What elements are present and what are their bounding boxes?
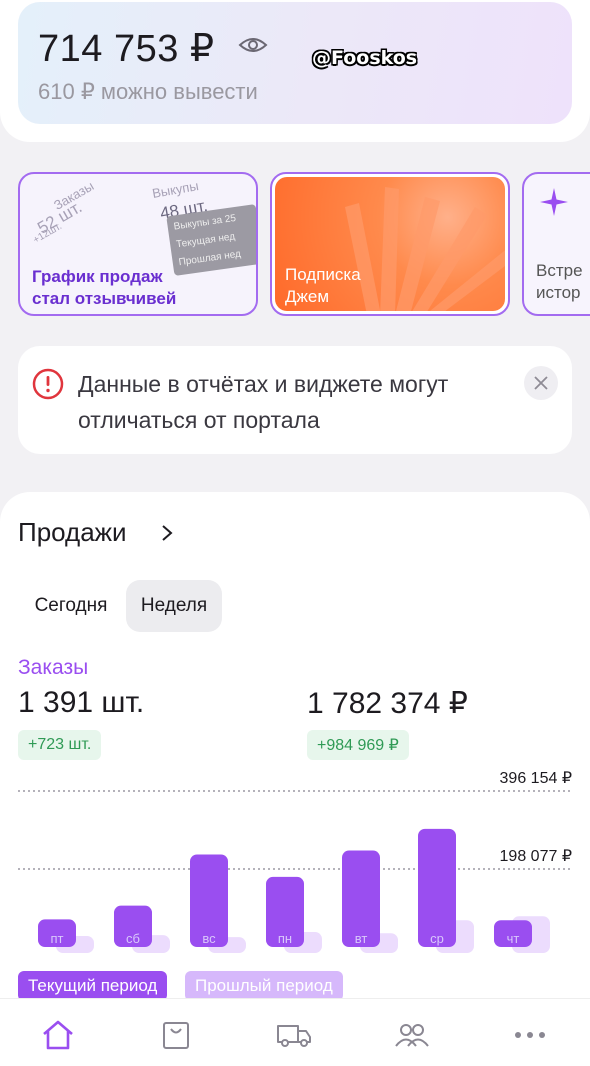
alert-circle-icon (32, 368, 64, 400)
legend-previous-period: Прошлый период (185, 971, 343, 1001)
gridline-label: 198 077 ₽ (500, 848, 572, 865)
sales-title[interactable]: Продажи (18, 517, 127, 548)
orders-sum: 1 782 374 ₽ (307, 687, 468, 720)
chevron-right-icon[interactable] (160, 524, 174, 542)
story-decor-card: Выкупы за 25 Текущая нед Прошлая нед (166, 204, 256, 276)
orders-sum-delta: +984 969 ₽ (307, 730, 409, 760)
period-today-tab[interactable]: Сегодня (18, 580, 124, 632)
data-discrepancy-notice: Данные в отчётах и виджете могут отличат… (18, 346, 572, 454)
watermark: @Fooskos (312, 47, 418, 69)
story-decor-card-line1: Выкупы за 25 (173, 212, 237, 233)
story-title: Встре истор (536, 261, 583, 302)
period-week-tab[interactable]: Неделя (126, 580, 222, 632)
x-tick-label: вс (202, 931, 216, 946)
x-tick-label: ср (430, 931, 444, 946)
x-tick-label: вт (355, 931, 368, 946)
story-sales-chart[interactable]: Заказы 52 шт. +12шт. Выкупы 48 шт. Выкуп… (18, 172, 258, 316)
nav-customers[interactable] (392, 1017, 432, 1053)
story-partial[interactable]: Встре истор (522, 172, 590, 316)
shopping-bag-icon (163, 1022, 189, 1049)
more-dots-icon (515, 1032, 545, 1038)
story-title: График продаж стал отзывчивей (32, 267, 177, 308)
bar-current (418, 828, 456, 947)
notice-text: Данные в отчётах и виджете могут отличат… (78, 371, 449, 433)
story-title: Подписка Джем (285, 265, 361, 306)
balance-card[interactable]: 714 753 ₽ 610 ₽ можно вывести @Fooskos (18, 2, 572, 124)
sales-panel: Продажи Сегодня Неделя Заказы 1 391 шт. … (0, 492, 590, 1066)
nav-home[interactable] (38, 1017, 78, 1053)
people-icon (395, 1024, 429, 1047)
orders-count: 1 391 шт. (18, 686, 145, 719)
story-decor-card-line2: Текущая нед (175, 231, 236, 251)
x-tick-label: пт (51, 931, 64, 946)
story-jam-subscription[interactable]: Подписка Джем (270, 172, 510, 316)
nav-products[interactable] (156, 1017, 196, 1053)
close-icon (534, 376, 548, 390)
x-tick-label: сб (126, 931, 140, 946)
home-icon (43, 1020, 73, 1050)
bottom-navigation (0, 998, 590, 1066)
withdrawable-amount: 610 ₽ можно вывести (38, 79, 258, 104)
orders-count-delta: +723 шт. (18, 730, 102, 760)
notice-close-button[interactable] (524, 366, 558, 400)
x-tick-label: чт (507, 931, 520, 946)
nav-more[interactable] (510, 1017, 550, 1053)
x-tick-label: пн (278, 931, 292, 946)
truck-icon (277, 1025, 311, 1047)
gridline-label: 396 154 ₽ (500, 770, 572, 787)
metric-label[interactable]: Заказы (18, 656, 88, 680)
eye-icon[interactable] (238, 35, 268, 55)
story-decor-card-line3: Прошлая нед (178, 248, 242, 269)
balance-amount: 714 753 ₽ (38, 28, 215, 70)
sparkle-icon (540, 188, 568, 216)
nav-delivery[interactable] (274, 1017, 314, 1053)
sales-bar-chart[interactable]: 396 154 ₽ 198 077 ₽ пт сб вс пн вт ср чт (0, 762, 590, 992)
legend-current-period: Текущий период (18, 971, 168, 1001)
